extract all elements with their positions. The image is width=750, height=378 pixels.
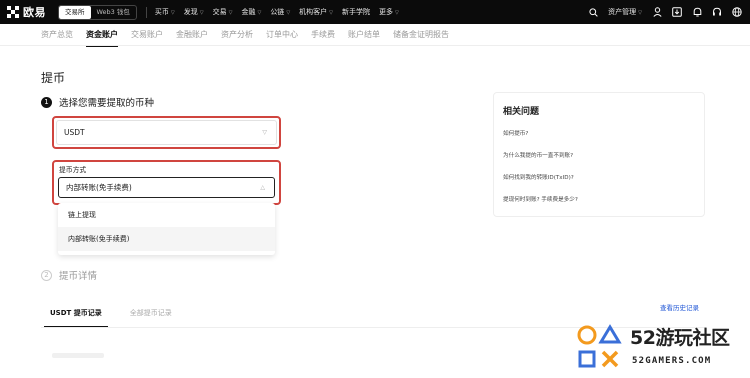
subnav-funding-account[interactable]: 资金账户 — [86, 29, 118, 47]
chevron-down-icon: ▽ — [262, 129, 267, 136]
bell-icon[interactable] — [692, 7, 702, 17]
nav-item-discover[interactable]: 发现 ▽ — [184, 7, 204, 17]
coin-select[interactable]: USDT ▽ — [56, 120, 277, 145]
tab-all-records[interactable]: 全部提币记录 — [130, 308, 172, 318]
chevron-down-icon: ▽ — [170, 10, 175, 16]
subnav-fees[interactable]: 手续费 — [311, 29, 335, 40]
chevron-up-icon: △ — [260, 184, 265, 191]
brand-logo[interactable]: 欧易 — [7, 4, 46, 20]
nav-item-more[interactable]: 更多 ▽ — [379, 7, 399, 17]
step-number: 2 — [41, 269, 52, 281]
brand-name: 欧易 — [23, 6, 46, 19]
nav-item-trade[interactable]: 交易 ▽ — [213, 7, 233, 17]
subnav-finance-account[interactable]: 金融账户 — [176, 29, 208, 40]
coin-select-value: USDT — [64, 128, 85, 137]
subnav-statements[interactable]: 账户结单 — [348, 29, 380, 40]
chevron-down-icon: ▽ — [199, 10, 204, 16]
chevron-down-icon: ▽ — [257, 10, 262, 16]
subnav-proof-of-reserves[interactable]: 储备金证明报告 — [393, 29, 449, 40]
faq-title: 相关问题 — [503, 107, 540, 117]
chevron-down-icon: ▽ — [638, 10, 642, 16]
chevron-down-icon: ▽ — [286, 10, 291, 16]
main-nav: 买币 ▽ 发现 ▽ 交易 ▽ 金融 ▽ 公链 ▽ 机构客户 ▽ 新手学院 更多 ▽ — [155, 7, 399, 17]
headset-icon[interactable] — [712, 7, 722, 17]
withdraw-method-select[interactable]: 内部转账(免手续费) △ — [58, 177, 275, 198]
subnav-trading-account[interactable]: 交易账户 — [131, 29, 163, 40]
chevron-down-icon: ▽ — [395, 10, 399, 16]
top-nav-bar: 欧易 交易所 Web3 钱包 买币 ▽ 发现 ▽ 交易 ▽ 金融 ▽ 公链 ▽ 机构客户 ▽… — [0, 0, 750, 24]
records-tabs: USDT 提币记录 全部提币记录 — [44, 308, 172, 327]
nav-item-institutional[interactable]: 机构客户 ▽ — [299, 7, 333, 17]
list-item — [52, 353, 104, 358]
faq-panel: 相关问题 如何提币? 为什么我提的币一直不到账? 如何找到我的转账ID(TxID… — [493, 92, 705, 217]
step-select-coin: 1 选择您需要提取的币种 — [41, 95, 154, 109]
step-label: 选择您需要提取的币种 — [59, 98, 155, 109]
okx-logo-icon — [7, 6, 19, 18]
nav-item-public-chain[interactable]: 公链 ▽ — [270, 7, 290, 17]
search-icon[interactable] — [588, 7, 598, 17]
top-right-tools: 资产管理 ▽ — [588, 7, 742, 17]
mode-tab-exchange[interactable]: 交易所 — [59, 5, 91, 19]
download-icon[interactable] — [672, 7, 682, 17]
withdraw-method-value: 内部转账(免手续费) — [66, 183, 132, 192]
faq-question[interactable]: 提现何时到账? 手续费是多少? — [503, 195, 695, 217]
step-withdraw-details: 2 提币详情 — [41, 268, 97, 282]
tab-usdt-records[interactable]: USDT 提币记录 — [44, 308, 108, 327]
method-option-onchain[interactable]: 链上提现 — [58, 203, 275, 227]
chevron-down-icon: ▽ — [228, 10, 233, 16]
step-label: 提币详情 — [59, 271, 98, 282]
subnav-asset-analysis[interactable]: 资产分析 — [221, 29, 253, 40]
subnav-order-center[interactable]: 订单中心 — [266, 29, 298, 40]
step-number: 1 — [41, 96, 52, 108]
mode-tab-web3-wallet[interactable]: Web3 钱包 — [91, 6, 136, 19]
withdraw-method-label: 提币方式 — [59, 166, 87, 174]
page-title: 提币 — [41, 71, 66, 85]
asset-management-menu[interactable]: 资产管理 ▽ — [608, 7, 642, 17]
mode-switch: 交易所 Web3 钱包 — [58, 4, 137, 20]
account-subnav: 资产总览 资金账户 交易账户 金融账户 资产分析 订单中心 手续费 账户结单 储… — [0, 24, 750, 47]
gamepad-symbols-icon — [577, 324, 622, 368]
nav-item-finance[interactable]: 金融 ▽ — [241, 7, 261, 17]
watermark-site: 52GAMERS.COM — [632, 356, 712, 366]
nav-divider — [145, 6, 147, 18]
nav-item-learn[interactable]: 新手学院 — [342, 7, 370, 17]
chevron-down-icon: ▽ — [329, 10, 334, 16]
withdraw-method-dropdown: 链上提现 内部转账(免手续费) — [58, 203, 275, 255]
watermark-title: 52游玩社区 — [630, 327, 730, 349]
user-icon[interactable] — [652, 7, 662, 17]
view-history-link[interactable]: 查看历史记录 — [660, 302, 699, 312]
faq-question[interactable]: 如何找到我的转账ID(TxID)? — [503, 173, 695, 195]
subnav-asset-overview[interactable]: 资产总览 — [41, 29, 73, 40]
watermark: 52游玩社区 52GAMERS.COM — [572, 320, 750, 378]
nav-item-buy-crypto[interactable]: 买币 ▽ — [155, 7, 175, 17]
globe-icon[interactable] — [732, 7, 742, 17]
method-option-internal[interactable]: 内部转账(免手续费) — [58, 227, 275, 251]
faq-question[interactable]: 如何提币? — [503, 129, 695, 151]
faq-question[interactable]: 为什么我提的币一直不到账? — [503, 151, 695, 173]
